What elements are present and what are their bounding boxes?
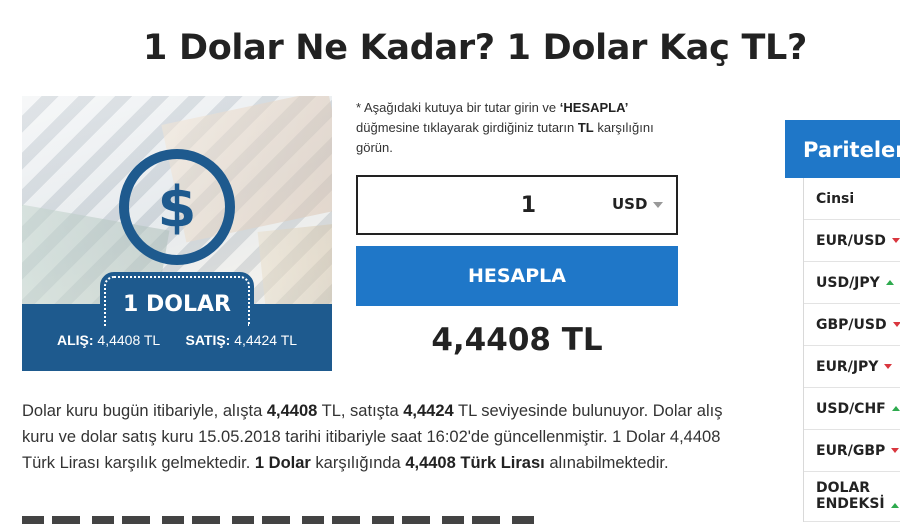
trend-down-icon (884, 364, 893, 369)
trend-down-icon (892, 322, 900, 327)
pair-row-dollar-index[interactable]: DOLAR ENDEKSİ (804, 472, 900, 522)
trend-up-icon (885, 280, 894, 285)
card-currency-label: 1 DOLAR (123, 292, 231, 317)
buy-label: ALIŞ: (56, 332, 94, 348)
parities-table: Cinsi EUR/USD USD/JPY GBP/USD EUR/JPY US… (803, 178, 900, 522)
pair-row-usd-jpy[interactable]: USD/JPY (804, 262, 900, 304)
amount-box: USD (356, 175, 678, 235)
sell-rate: 4,4424 TL (234, 332, 298, 348)
trend-up-icon (890, 503, 899, 508)
pair-row-usd-chf[interactable]: USD/CHF (804, 388, 900, 430)
trend-down-icon (891, 448, 900, 453)
card-rates: ALIŞ: 4,4408 TL SATIŞ: 4,4424 TL (22, 332, 332, 348)
buy-rate: 4,4408 TL (97, 332, 160, 348)
pair-row-gbp-usd[interactable]: GBP/USD (804, 304, 900, 346)
rate-description: Dolar kuru bugün itibariyle, alışta 4,44… (22, 402, 723, 472)
pair-row-eur-jpy[interactable]: EUR/JPY (804, 346, 900, 388)
next-section-heading (22, 516, 542, 524)
sidebar-title: Pariteler (785, 120, 900, 178)
pair-row-eur-usd[interactable]: EUR/USD (804, 220, 900, 262)
calculator-hint: * Aşağıdaki kutuya bir tutar girin ve ‘H… (356, 100, 654, 155)
pair-row-eur-gbp[interactable]: EUR/GBP (804, 430, 900, 472)
trend-down-icon (891, 238, 900, 243)
parities-sidebar: Pariteler Cinsi EUR/USD USD/JPY GBP/USD … (785, 120, 900, 524)
trend-up-icon (891, 406, 900, 411)
page-title: 1 Dolar Ne Kadar? 1 Dolar Kaç TL? (143, 28, 808, 68)
chevron-down-icon (653, 201, 664, 208)
sell-label: SATIŞ: (185, 332, 231, 348)
table-header: Cinsi (804, 178, 900, 220)
currency-select-value: USD (612, 195, 648, 213)
dollar-rate-card: $ 1 DOLAR ALIŞ: 4,4408 TL SATIŞ: 4,4424 … (22, 96, 332, 371)
conversion-result: 4,4408 TL (431, 322, 603, 358)
amount-input[interactable] (358, 177, 588, 233)
dollar-icon: $ (119, 149, 235, 265)
currency-select[interactable]: USD (612, 195, 664, 213)
svg-text:$: $ (158, 175, 197, 240)
calculate-button[interactable]: HESAPLA (356, 246, 678, 306)
